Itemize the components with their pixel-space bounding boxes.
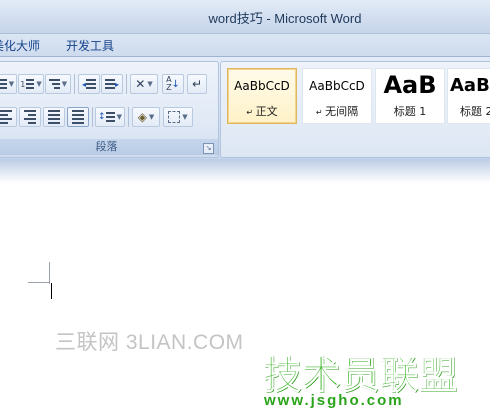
watermark-3lian: 三联网 3LIAN.COM xyxy=(55,331,244,354)
style-name: 标题 1 xyxy=(393,105,427,118)
multilevel-list-button[interactable]: ▼ xyxy=(45,74,71,94)
line-spacing-button[interactable]: ↕ ▼ xyxy=(95,107,125,127)
watermark-url: www.jsgho.com xyxy=(264,392,404,409)
numbering-button[interactable]: 1 ▼ xyxy=(18,74,44,94)
show-paragraph-marks-icon[interactable]: ↵ xyxy=(187,74,207,94)
sort-icon[interactable]: A Z ↓ xyxy=(162,74,184,94)
title-bar: word技巧 - Microsoft Word xyxy=(0,0,490,34)
paragraph-group-label: 段落 xyxy=(0,139,218,155)
ribbon-shadow xyxy=(0,159,490,183)
text-cursor[interactable] xyxy=(51,283,52,299)
styles-gallery: AaBbCcD ↵ 正文 AaBbCcD ↵ 无间隔 AaB 标题 1 AaBb… xyxy=(220,61,490,158)
ribbon-tab-row: 美化大师 开发工具 xyxy=(0,34,490,56)
align-left-button[interactable] xyxy=(0,107,17,127)
increase-indent-button[interactable]: ▸ xyxy=(101,74,123,94)
separator xyxy=(92,107,93,127)
tab-developer[interactable]: 开发工具 xyxy=(66,37,114,54)
borders-icon[interactable]: ▼ xyxy=(163,107,193,127)
crop-mark xyxy=(49,262,50,284)
style-preview: AaBb xyxy=(450,75,490,96)
align-right-button[interactable] xyxy=(19,107,41,127)
style-preview: AaBbCcD xyxy=(234,79,290,93)
crop-mark xyxy=(28,282,50,283)
style-name: ↵ 无间隔 xyxy=(315,105,359,118)
shading-icon[interactable]: ◈ ▼ xyxy=(132,107,160,127)
decrease-indent-button[interactable]: ◂ xyxy=(78,74,100,94)
style-preview: AaB xyxy=(383,71,437,99)
style-heading-2[interactable]: AaBb 标题 2 xyxy=(447,68,490,124)
style-name: ↵ 正文 xyxy=(246,105,278,118)
ribbon: ▼ 1 ▼ ▼ ◂ ▸ ✕ ▼ A Z ↓ ↵ ↕ ▼ ◈ ▼ ▼ 段落 ↘ A… xyxy=(0,56,490,161)
style-normal[interactable]: AaBbCcD ↵ 正文 xyxy=(227,68,297,124)
dialog-launcher-icon[interactable]: ↘ xyxy=(203,143,214,154)
paragraph-group: ▼ 1 ▼ ▼ ◂ ▸ ✕ ▼ A Z ↓ ↵ ↕ ▼ ◈ ▼ ▼ 段落 ↘ xyxy=(0,61,219,158)
justify-button[interactable] xyxy=(43,107,65,127)
window-title: word技巧 - Microsoft Word xyxy=(208,11,362,26)
style-preview: AaBbCcD xyxy=(309,79,365,93)
style-heading-1[interactable]: AaB 标题 1 xyxy=(375,68,445,124)
distribute-button[interactable] xyxy=(67,107,89,127)
tab-beautify-master[interactable]: 美化大师 xyxy=(0,37,40,54)
separator xyxy=(128,107,129,127)
separator xyxy=(74,74,75,94)
watermark-brand: 技术员联盟 xyxy=(262,353,459,398)
bullets-button[interactable]: ▼ xyxy=(0,74,17,94)
style-no-spacing[interactable]: AaBbCcD ↵ 无间隔 xyxy=(302,68,372,124)
chinese-layout-button[interactable]: ✕ ▼ xyxy=(130,74,158,94)
separator xyxy=(126,74,127,94)
style-name: 标题 2 xyxy=(460,105,490,118)
